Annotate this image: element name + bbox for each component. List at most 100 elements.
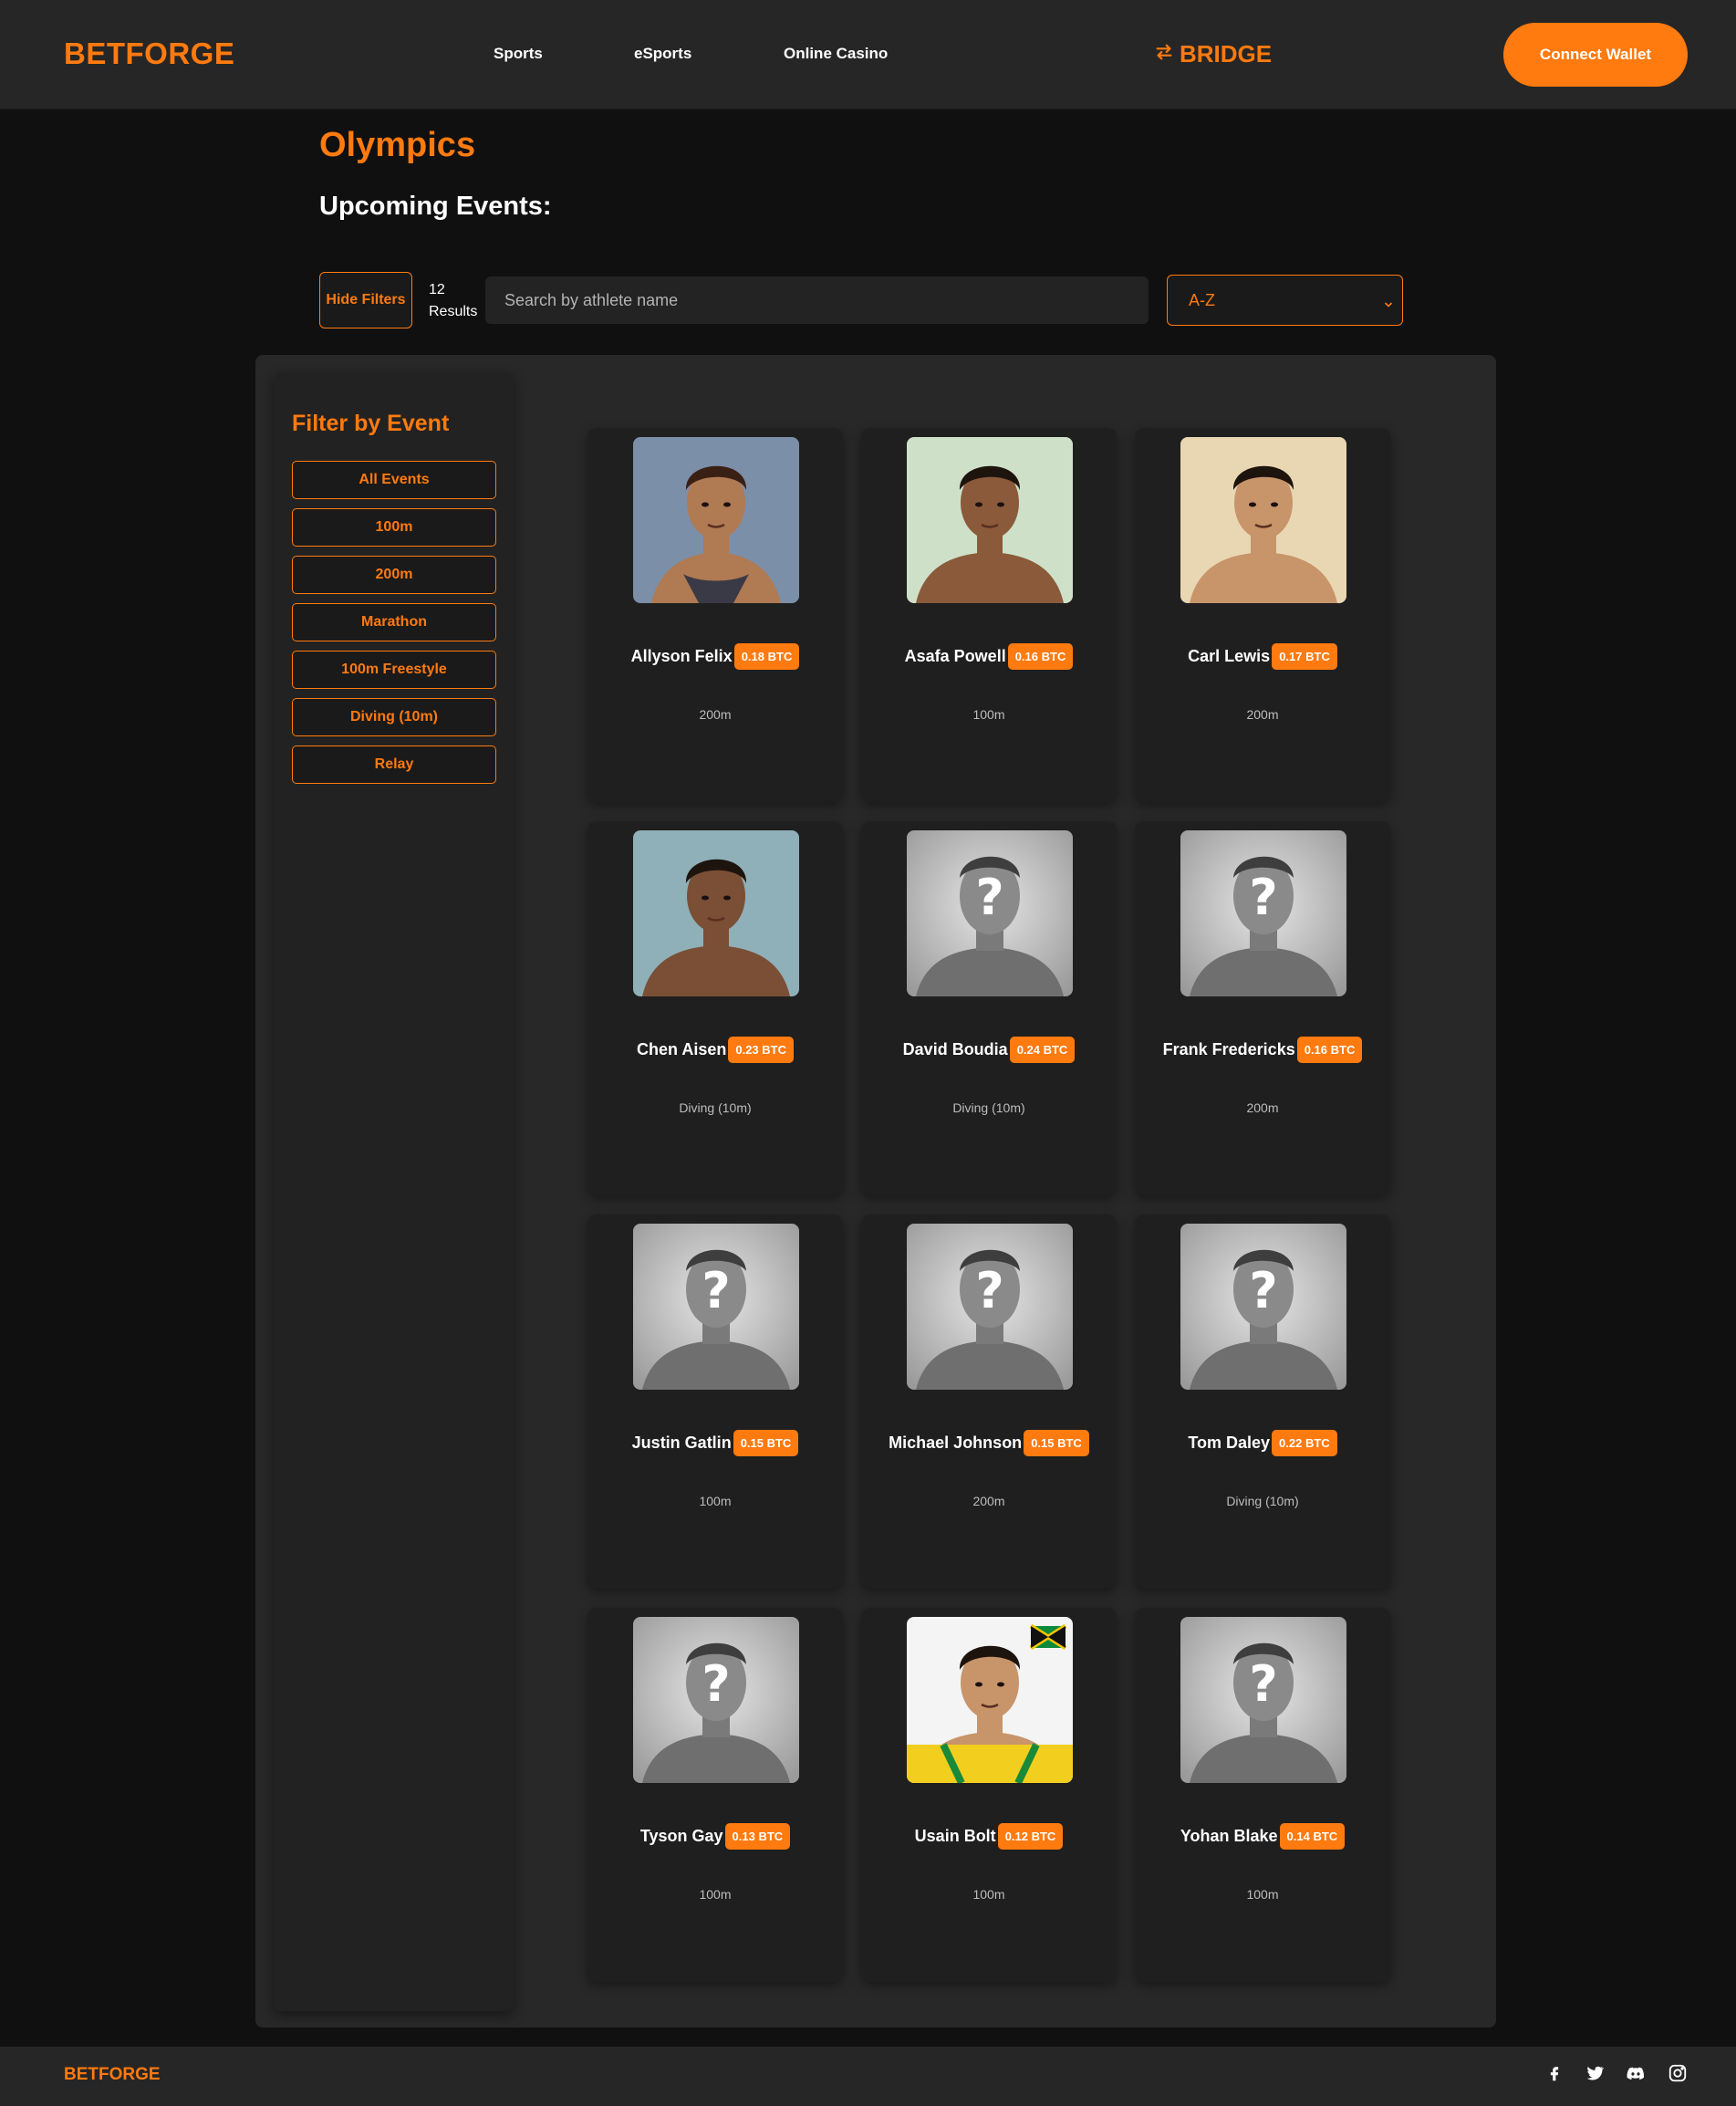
hide-filters-button[interactable]: Hide Filters: [319, 272, 412, 328]
chevron-down-icon: [1384, 295, 1393, 308]
svg-text:?: ?: [975, 1262, 1003, 1319]
filter-100m-freestyle[interactable]: 100m Freestyle: [292, 651, 496, 689]
bridge-label: BRIDGE: [1180, 40, 1273, 68]
results-count: 12 Results: [429, 279, 477, 323]
athlete-avatar: [633, 830, 799, 996]
filter-200m[interactable]: 200m: [292, 556, 496, 594]
athlete-card[interactable]: ? Tom Daley 0.22 BTC Diving (10m): [1135, 1215, 1390, 1589]
athlete-avatar: ?: [907, 830, 1073, 996]
athlete-name: Allyson Felix: [630, 647, 733, 665]
connect-wallet-button[interactable]: Connect Wallet: [1503, 23, 1688, 87]
athlete-name-row: Michael Johnson 0.15 BTC: [861, 1430, 1117, 1456]
discord-icon[interactable]: [1626, 2063, 1646, 2083]
athlete-avatar: ?: [633, 1617, 799, 1783]
athlete-name: Yohan Blake: [1180, 1827, 1278, 1845]
price-badge: 0.15 BTC: [733, 1430, 799, 1456]
svg-text:?: ?: [702, 1262, 730, 1319]
athlete-avatar: ?: [1180, 1224, 1346, 1390]
athlete-event: 200m: [1246, 1100, 1279, 1115]
filter-all-events[interactable]: All Events: [292, 461, 496, 499]
athlete-card[interactable]: Allyson Felix 0.18 BTC 200m: [587, 428, 843, 802]
athlete-search-input[interactable]: [485, 276, 1149, 324]
athlete-card[interactable]: ? Tyson Gay 0.13 BTC 100m: [587, 1608, 843, 1982]
athlete-card[interactable]: Carl Lewis 0.17 BTC 200m: [1135, 428, 1390, 802]
athlete-event: 100m: [972, 1887, 1005, 1902]
svg-text:?: ?: [1249, 1262, 1277, 1319]
athlete-name: Usain Bolt: [914, 1827, 996, 1845]
athlete-name-row: Asafa Powell 0.16 BTC: [861, 643, 1117, 670]
bridge-link[interactable]: BRIDGE: [1154, 40, 1272, 68]
price-badge: 0.16 BTC: [1007, 643, 1074, 670]
price-badge: 0.13 BTC: [724, 1823, 791, 1850]
price-badge: 0.17 BTC: [1272, 643, 1337, 670]
athlete-name: Frank Fredericks: [1162, 1040, 1295, 1058]
top-navbar: BETFORGE Sports eSports Online Casino BR…: [0, 0, 1736, 109]
price-badge: 0.14 BTC: [1279, 1823, 1346, 1850]
nav-online-casino[interactable]: Online Casino: [784, 45, 888, 63]
athlete-event: 100m: [972, 707, 1005, 722]
nav-esports[interactable]: eSports: [634, 45, 691, 63]
price-badge: 0.22 BTC: [1272, 1430, 1337, 1456]
athlete-name-row: Yohan Blake 0.14 BTC: [1135, 1823, 1390, 1850]
swap-arrows-icon: [1154, 40, 1174, 68]
athlete-event: 100m: [1246, 1887, 1279, 1902]
filter-sidebar-title: Filter by Event: [292, 411, 450, 436]
athlete-name: Asafa Powell: [904, 647, 1006, 665]
athlete-event: Diving (10m): [679, 1100, 752, 1115]
athlete-event: 100m: [699, 1494, 732, 1508]
athlete-name: Justin Gatlin: [631, 1434, 732, 1452]
athlete-name-row: Chen Aisen 0.23 BTC: [587, 1037, 843, 1063]
footer-logo[interactable]: BETFORGE: [64, 2065, 161, 2085]
athlete-avatar: ?: [1180, 1617, 1346, 1783]
athlete-card[interactable]: ? Yohan Blake 0.14 BTC 100m: [1135, 1608, 1390, 1982]
athlete-card[interactable]: ? Frank Fredericks 0.16 BTC 200m: [1135, 821, 1390, 1195]
athlete-card[interactable]: ? Justin Gatlin 0.15 BTC 100m: [587, 1215, 843, 1589]
section-title: Upcoming Events:: [319, 192, 552, 221]
filter-relay[interactable]: Relay: [292, 745, 496, 784]
athlete-avatar: ?: [633, 1224, 799, 1390]
instagram-icon[interactable]: [1668, 2063, 1688, 2083]
athlete-event: Diving (10m): [1226, 1494, 1299, 1508]
nav-sports[interactable]: Sports: [494, 45, 543, 63]
twitter-icon[interactable]: [1585, 2063, 1605, 2083]
athlete-card[interactable]: Chen Aisen 0.23 BTC Diving (10m): [587, 821, 843, 1195]
athlete-name-row: David Boudia 0.24 BTC: [861, 1037, 1117, 1063]
athlete-name: David Boudia: [902, 1040, 1008, 1058]
svg-text:?: ?: [702, 1655, 730, 1713]
sort-value: A-Z: [1189, 290, 1215, 309]
athlete-avatar: [907, 1617, 1073, 1783]
athlete-name: Tyson Gay: [639, 1827, 723, 1845]
athlete-event: 200m: [699, 707, 732, 722]
athlete-name-row: Tyson Gay 0.13 BTC: [587, 1823, 843, 1850]
athlete-card[interactable]: Usain Bolt 0.12 BTC 100m: [861, 1608, 1117, 1982]
athlete-name-row: Justin Gatlin 0.15 BTC: [587, 1430, 843, 1456]
athlete-name-row: Tom Daley 0.22 BTC: [1135, 1430, 1390, 1456]
page-title: Olympics: [319, 126, 476, 164]
athlete-event: 200m: [972, 1494, 1005, 1508]
athlete-event: Diving (10m): [952, 1100, 1025, 1115]
price-badge: 0.15 BTC: [1024, 1430, 1089, 1456]
athlete-event: 200m: [1246, 707, 1279, 722]
facebook-icon[interactable]: [1544, 2063, 1564, 2083]
filter-100m[interactable]: 100m: [292, 508, 496, 547]
athlete-avatar: [633, 437, 799, 603]
athlete-card[interactable]: ? David Boudia 0.24 BTC Diving (10m): [861, 821, 1117, 1195]
athlete-name-row: Frank Fredericks 0.16 BTC: [1135, 1037, 1390, 1063]
svg-text:?: ?: [1249, 869, 1277, 926]
filter-marathon[interactable]: Marathon: [292, 603, 496, 641]
athlete-avatar: ?: [1180, 830, 1346, 996]
price-badge: 0.23 BTC: [728, 1037, 794, 1063]
athlete-avatar: [1180, 437, 1346, 603]
price-badge: 0.18 BTC: [733, 643, 800, 670]
sort-dropdown[interactable]: A-Z: [1167, 275, 1403, 326]
results-label: Results: [429, 304, 478, 319]
athlete-name-row: Carl Lewis 0.17 BTC: [1135, 643, 1390, 670]
athlete-avatar: [907, 437, 1073, 603]
price-badge: 0.24 BTC: [1009, 1037, 1076, 1063]
athlete-card[interactable]: Asafa Powell 0.16 BTC 100m: [861, 428, 1117, 802]
athlete-card[interactable]: ? Michael Johnson 0.15 BTC 200m: [861, 1215, 1117, 1589]
brand-logo[interactable]: BETFORGE: [64, 36, 234, 71]
price-badge: 0.16 BTC: [1296, 1037, 1363, 1063]
filter-diving-10m[interactable]: Diving (10m): [292, 698, 496, 736]
svg-text:?: ?: [975, 869, 1003, 926]
